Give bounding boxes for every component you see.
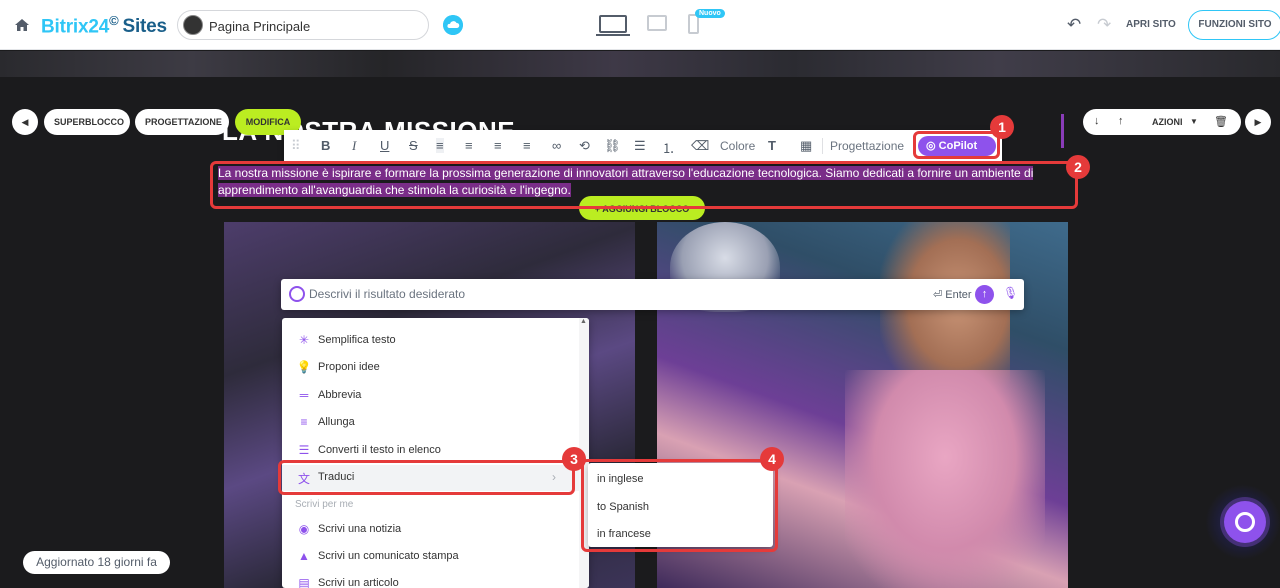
tablet-icon[interactable] xyxy=(647,15,667,31)
home-icon[interactable] xyxy=(14,17,30,33)
desktop-icon[interactable] xyxy=(596,15,630,36)
menu-item-news[interactable]: ◉ Scrivi una notizia xyxy=(282,517,582,543)
menu-item-article[interactable]: ▤ Scrivi un articolo xyxy=(282,571,582,588)
numbered-list-icon[interactable]: ⒈ xyxy=(662,138,675,157)
copilot-logo-icon xyxy=(289,286,305,302)
design-toolbar-button[interactable]: Progettazione xyxy=(830,139,904,153)
annotation-box-copilot xyxy=(913,131,1000,159)
link-icon[interactable]: ∞ xyxy=(552,138,561,153)
menu-item-simplify[interactable]: ✳ Semplifica testo xyxy=(282,328,582,354)
rotate-icon[interactable]: ⟲ xyxy=(579,138,590,154)
underline-icon[interactable]: U xyxy=(380,138,389,153)
bold-icon[interactable]: B xyxy=(321,138,330,153)
menu-section-write: Scrivi per me xyxy=(295,499,354,510)
align-left-icon[interactable]: ≡ xyxy=(436,138,444,153)
send-icon[interactable]: ↑ xyxy=(975,285,994,304)
bell-icon: ▲ xyxy=(298,549,310,563)
enter-hint: ⏎ Enter xyxy=(933,289,972,301)
block-actions-toolbar: ↓ ↑ AZIONI ▼ 🗑 xyxy=(1083,109,1241,135)
page-selector[interactable]: Pagina Principale xyxy=(177,10,429,40)
prev-block-icon[interactable]: ◀ xyxy=(12,109,38,135)
color-button[interactable]: Colore xyxy=(720,139,755,153)
menu-item-label: Scrivi un articolo xyxy=(318,577,399,588)
menu-item-label: Scrivi una notizia xyxy=(318,523,402,535)
toolbar-divider xyxy=(822,138,823,154)
copilot-menu: ✳ Semplifica testo 💡 Proponi idee ═ Abbr… xyxy=(282,318,589,588)
microphone-icon[interactable]: 🎙 xyxy=(1003,286,1018,300)
top-bar: Bitrix24© Sites Pagina Principale Nuovo ↶… xyxy=(0,0,1280,50)
copilot-fab-icon[interactable] xyxy=(1224,501,1266,543)
eraser-icon[interactable]: ⌫ xyxy=(691,138,709,154)
menu-item-shorten[interactable]: ═ Abbrevia xyxy=(282,383,582,409)
page-name: Pagina Principale xyxy=(209,19,311,34)
undo-icon[interactable]: ↶ xyxy=(1067,15,1081,35)
lengthen-icon: ≡ xyxy=(300,415,308,429)
drag-handle-icon[interactable]: ⠿ xyxy=(291,138,301,154)
text-style-icon[interactable]: T xyxy=(768,138,776,153)
annotation-box-languages xyxy=(581,459,778,552)
unlink-icon[interactable]: ⛓ xyxy=(604,138,621,154)
brand-logo[interactable]: Bitrix24© Sites xyxy=(41,13,167,38)
align-right-icon[interactable]: ≡ xyxy=(494,138,502,153)
actions-menu[interactable]: AZIONI xyxy=(1152,117,1183,127)
menu-item-lengthen[interactable]: ≡ Allunga xyxy=(282,410,582,436)
annotation-box-translate xyxy=(278,460,575,495)
trash-icon[interactable]: 🗑 xyxy=(1214,115,1228,128)
align-justify-icon[interactable]: ≡ xyxy=(523,138,531,153)
open-site-button[interactable]: APRI SITO xyxy=(1126,19,1176,30)
bullet-list-icon[interactable]: ☰ xyxy=(634,138,646,154)
menu-item-label: Scrivi un comunicato stampa xyxy=(318,550,459,562)
enter-hint-label: Enter xyxy=(945,289,972,301)
annotation-number: 2 xyxy=(1066,155,1090,179)
section-marker xyxy=(1061,114,1064,148)
next-block-icon[interactable]: ▶ xyxy=(1245,109,1271,135)
document-icon: ▤ xyxy=(298,576,310,588)
site-features-button[interactable]: FUNZIONI SITO xyxy=(1188,10,1280,40)
menu-item-ideas[interactable]: 💡 Proponi idee xyxy=(282,355,582,381)
brand-suffix: Sites xyxy=(122,16,168,38)
menu-item-label: Proponi idee xyxy=(318,361,380,373)
table-icon[interactable]: ▦ xyxy=(800,138,812,154)
updated-badge: Aggiornato 18 giorni fa xyxy=(23,551,170,574)
move-up-icon[interactable]: ↑ xyxy=(1118,115,1124,127)
brand-mark: © xyxy=(109,13,119,28)
format-toolbar: ⠿ B I U S ≡ ≡ ≡ ≡ ∞ ⟲ ⛓ ☰ ⒈ ⌫ Colore T ▦… xyxy=(284,130,1002,162)
menu-item-label: Allunga xyxy=(318,416,355,428)
design-button[interactable]: PROGETTAZIONE xyxy=(135,109,229,135)
page-avatar xyxy=(183,15,203,35)
menu-item-press-release[interactable]: ▲ Scrivi un comunicato stampa xyxy=(282,544,582,570)
bulb-icon: 💡 xyxy=(296,360,312,374)
broadcast-icon: ◉ xyxy=(298,522,310,536)
chevron-down-icon: ▼ xyxy=(1190,117,1198,126)
copilot-prompt: ⏎ Enter ↑ 🎙 xyxy=(281,279,1024,310)
redo-icon[interactable]: ↷ xyxy=(1097,15,1111,35)
shorten-icon: ═ xyxy=(299,388,309,402)
annotation-number: 4 xyxy=(760,447,784,471)
copilot-prompt-input[interactable] xyxy=(309,285,909,303)
brand-name: Bitrix24 xyxy=(41,16,110,38)
italic-icon[interactable]: I xyxy=(352,138,356,154)
new-badge: Nuovo xyxy=(695,9,725,18)
annotation-number: 1 xyxy=(990,115,1014,139)
strikethrough-icon[interactable]: S xyxy=(409,138,418,153)
cloud-icon[interactable] xyxy=(443,15,463,35)
sparkle-icon: ✳ xyxy=(298,333,310,347)
move-down-icon[interactable]: ↓ xyxy=(1094,115,1100,127)
menu-item-label: Converti il testo in elenco xyxy=(318,444,441,456)
menu-item-label: Semplifica testo xyxy=(318,334,396,346)
student-sweater-shape xyxy=(845,370,1045,588)
list-icon: ☰ xyxy=(298,443,310,457)
align-center-icon[interactable]: ≡ xyxy=(465,138,473,153)
header-image xyxy=(0,51,1280,77)
annotation-box-text xyxy=(210,161,1078,209)
superblock-button[interactable]: SUPERBLOCCO xyxy=(44,109,130,135)
menu-item-label: Abbrevia xyxy=(318,389,362,401)
